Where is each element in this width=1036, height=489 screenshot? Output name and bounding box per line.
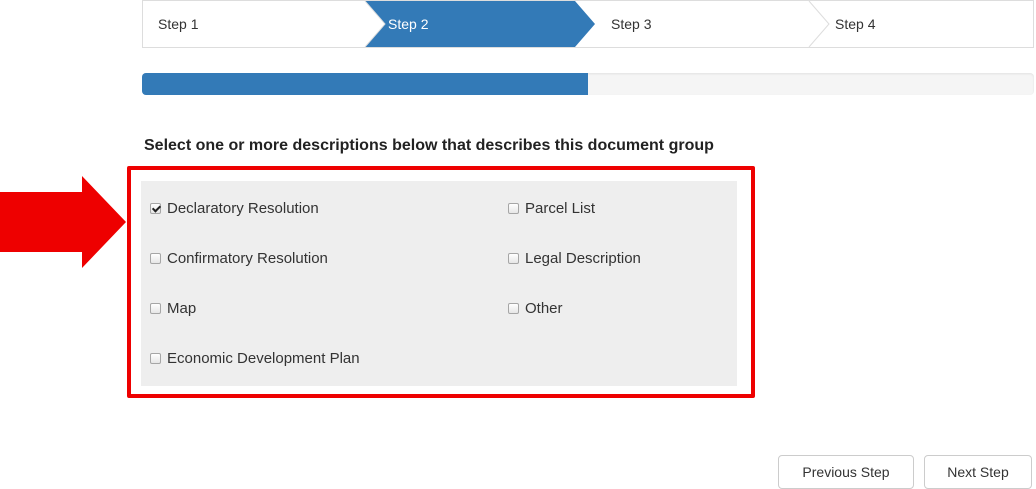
checkbox[interactable]: [508, 203, 519, 214]
option-other[interactable]: Other: [508, 300, 563, 317]
form-heading: Select one or more descriptions below th…: [144, 137, 714, 154]
option-label: Other: [525, 300, 563, 317]
step-2[interactable]: Step 2: [388, 1, 428, 47]
checkbox[interactable]: [150, 353, 161, 364]
step-4[interactable]: Step 4: [835, 1, 875, 47]
checkbox[interactable]: [508, 253, 519, 264]
step-1[interactable]: Step 1: [158, 1, 198, 47]
progress-bar: [142, 73, 1034, 95]
option-label: Declaratory Resolution: [167, 200, 319, 217]
previous-step-button[interactable]: Previous Step: [778, 455, 914, 489]
next-step-button[interactable]: Next Step: [924, 455, 1032, 489]
step-separator-3: [808, 1, 830, 47]
checkbox[interactable]: [508, 303, 519, 314]
progress-fill: [142, 73, 588, 95]
option-label: Map: [167, 300, 197, 317]
option-parcel-list[interactable]: Parcel List: [508, 200, 595, 217]
option-label: Economic Development Plan: [167, 350, 360, 367]
option-label: Legal Description: [525, 250, 641, 267]
wizard-steps: Step 1 Step 2 Step 3 Step 4: [142, 0, 1034, 48]
option-legal-description[interactable]: Legal Description: [508, 250, 641, 267]
options-panel: Declaratory Resolution Parcel List Confi…: [141, 181, 737, 386]
option-label: Parcel List: [525, 200, 596, 217]
option-label: Confirmatory Resolution: [167, 250, 328, 267]
step-3[interactable]: Step 3: [611, 1, 651, 47]
checkbox[interactable]: [150, 303, 161, 314]
wizard-steps-graphic: [364, 1, 830, 47]
option-declaratory-resolution[interactable]: Declaratory Resolution: [150, 200, 319, 217]
option-map[interactable]: Map: [150, 300, 196, 317]
option-confirmatory-resolution[interactable]: Confirmatory Resolution: [150, 250, 328, 267]
checkbox[interactable]: [150, 203, 161, 214]
right-arrow-icon: [0, 176, 126, 268]
option-economic-development-plan[interactable]: Economic Development Plan: [150, 350, 360, 367]
checkbox[interactable]: [150, 253, 161, 264]
